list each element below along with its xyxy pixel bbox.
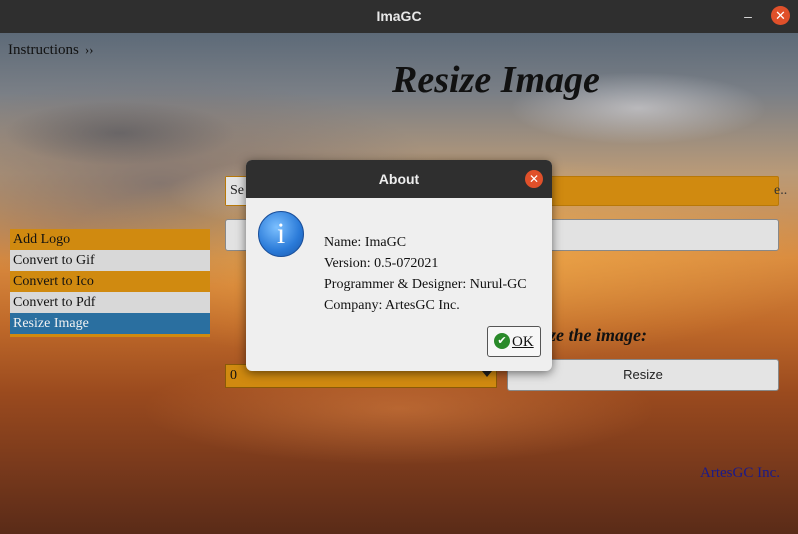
menu-item-convert-ico[interactable]: Convert to Ico <box>10 271 210 292</box>
instructions-label: Instructions <box>8 42 79 58</box>
side-menu: Add Logo Convert to Gif Convert to Ico C… <box>10 229 210 337</box>
info-icon: i <box>258 211 304 257</box>
company-link[interactable]: ArtesGC Inc. <box>700 465 780 482</box>
about-text: Name: ImaGC Version: 0.5-072021 Programm… <box>324 232 527 316</box>
menu-item-convert-pdf[interactable]: Convert to Pdf <box>10 292 210 313</box>
minimize-icon[interactable]: – <box>738 6 758 26</box>
about-line-author: Programmer & Designer: Nurul-GC <box>324 277 527 292</box>
about-line-name: Name: ImaGC <box>324 235 407 250</box>
about-line-company: Company: ArtesGC Inc. <box>324 298 460 313</box>
window-title: ImaGC <box>376 8 422 24</box>
menu-item-resize-image[interactable]: Resize Image <box>10 313 210 334</box>
ok-button[interactable]: ✔ OK <box>487 326 541 357</box>
about-dialog: About ✕ i Name: ImaGC Version: 0.5-07202… <box>246 160 552 371</box>
check-icon: ✔ <box>494 333 510 349</box>
ok-button-label: OK <box>512 334 534 350</box>
about-line-version: Version: 0.5-072021 <box>324 256 439 271</box>
window-titlebar: ImaGC – ✕ <box>0 0 798 33</box>
submenu-arrow-icon: ›› <box>84 42 94 57</box>
dialog-title: About <box>378 171 420 187</box>
instructions-menu[interactable]: Instructions ›› <box>8 42 94 59</box>
resize-instruction-label: ze the image: <box>549 325 647 345</box>
page-title: Resize Image <box>392 59 600 101</box>
menu-item-add-logo[interactable]: Add Logo <box>10 229 210 250</box>
window-close-icon[interactable]: ✕ <box>771 6 790 25</box>
dialog-titlebar: About ✕ <box>246 160 552 198</box>
dialog-close-icon[interactable]: ✕ <box>525 170 543 188</box>
chevron-down-icon[interactable] <box>482 371 492 377</box>
menu-item-convert-gif[interactable]: Convert to Gif <box>10 250 210 271</box>
size-combobox-value: 0 <box>230 368 237 383</box>
image-path-hint: e.. <box>774 183 788 198</box>
